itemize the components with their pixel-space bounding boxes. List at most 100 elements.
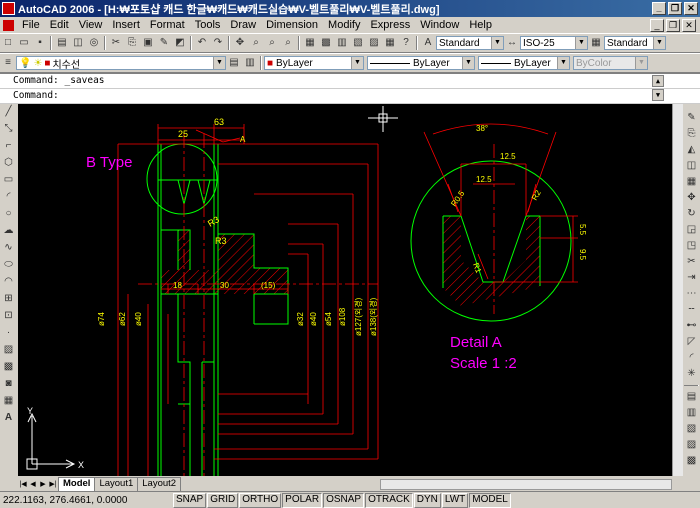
rotate-icon[interactable]: ↻ — [685, 207, 699, 221]
construction-line-icon[interactable]: ⤡ — [2, 122, 16, 137]
command-window[interactable]: Command: _saveas Command: ▲ ▼ — [0, 73, 700, 104]
menu-window[interactable]: Window — [415, 19, 464, 31]
explode-icon[interactable]: ✳ — [685, 367, 699, 381]
tab-layout1[interactable]: Layout1 — [94, 477, 139, 491]
sheet-set-icon[interactable]: ▧ — [351, 36, 365, 50]
zoom-window-icon[interactable]: ⌕ — [265, 36, 279, 50]
drawing-canvas[interactable]: B Type 63 25 A R3 R3 18 30 (15) ø74 ø62 … — [18, 104, 672, 476]
extend-icon[interactable]: ⇥ — [685, 271, 699, 285]
color-select[interactable]: ■ ByLayer ▼ — [264, 56, 364, 70]
zoom-realtime-icon[interactable]: ⌕ — [249, 36, 263, 50]
table-style-select[interactable]: Standard ▼ — [604, 36, 666, 50]
redo-icon[interactable]: ↷ — [211, 36, 225, 50]
break-icon[interactable]: ╌ — [685, 303, 699, 317]
model-toggle[interactable]: MODEL — [469, 492, 511, 508]
tab-layout2[interactable]: Layout2 — [137, 477, 182, 491]
minimize-button[interactable]: _ — [652, 2, 666, 15]
help-icon[interactable]: ? — [399, 36, 413, 50]
bring-above-icon[interactable]: ▨ — [685, 438, 699, 452]
match-properties-icon[interactable]: ✎ — [157, 36, 171, 50]
menu-tools[interactable]: Tools — [190, 19, 226, 31]
restore-button[interactable]: ❐ — [668, 2, 682, 15]
copy-object-icon[interactable]: ⎘ — [685, 127, 699, 141]
linetype-select[interactable]: ByLayer ▼ — [367, 56, 475, 70]
polyline-icon[interactable]: ⌐ — [2, 139, 16, 154]
command-prompt[interactable]: Command: — [0, 89, 700, 104]
menu-view[interactable]: View — [74, 19, 108, 31]
dim-style-icon[interactable]: ↔ — [505, 36, 519, 50]
send-back-icon[interactable]: ▧ — [685, 422, 699, 436]
menu-dimension[interactable]: Dimension — [261, 19, 323, 31]
move-icon[interactable]: ✥ — [685, 191, 699, 205]
design-center-icon[interactable]: ▩ — [319, 36, 333, 50]
arc-icon[interactable]: ◜ — [2, 190, 16, 205]
revision-cloud-icon[interactable]: ☁ — [2, 224, 16, 239]
join-icon[interactable]: ⊷ — [685, 319, 699, 333]
doc-restore-button[interactable]: ❐ — [666, 18, 680, 32]
copy-icon[interactable]: ⎘ — [125, 36, 139, 50]
command-scroll-up[interactable]: ▲ — [652, 75, 664, 87]
doc-minimize-button[interactable]: _ — [650, 18, 664, 32]
snap-toggle[interactable]: SNAP — [173, 492, 207, 508]
tool-palettes-icon[interactable]: ▥ — [335, 36, 349, 50]
send-under-icon[interactable]: ▩ — [685, 454, 699, 468]
menu-edit[interactable]: Edit — [45, 19, 74, 31]
menu-insert[interactable]: Insert — [107, 19, 145, 31]
trim-icon[interactable]: ✂ — [685, 255, 699, 269]
multiline-text-icon[interactable]: A — [2, 411, 16, 426]
preview-icon[interactable]: ◫ — [71, 36, 85, 50]
array-icon[interactable]: ▦ — [685, 175, 699, 189]
menu-file[interactable]: File — [17, 19, 45, 31]
circle-icon[interactable]: ○ — [2, 207, 16, 222]
grid-toggle[interactable]: GRID — [207, 492, 239, 508]
spline-icon[interactable]: ∿ — [2, 241, 16, 256]
erase-icon[interactable]: ✎ — [685, 111, 699, 125]
dyn-toggle[interactable]: DYN — [413, 492, 441, 508]
properties-icon[interactable]: ▦ — [303, 36, 317, 50]
chamfer-icon[interactable]: ◸ — [685, 335, 699, 349]
osnap-toggle[interactable]: OSNAP — [323, 492, 365, 508]
ortho-toggle[interactable]: ORTHO — [239, 492, 282, 508]
calculator-icon[interactable]: ▦ — [383, 36, 397, 50]
rectangle-icon[interactable]: ▭ — [2, 173, 16, 188]
table-icon[interactable]: ▦ — [2, 394, 16, 409]
gradient-icon[interactable]: ▩ — [2, 360, 16, 375]
menu-format[interactable]: Format — [145, 19, 190, 31]
close-button[interactable]: ✕ — [684, 2, 698, 15]
draw-order-icon[interactable]: ▤ — [685, 390, 699, 404]
layer-manager-icon[interactable]: ≡ — [1, 56, 15, 70]
make-current-icon[interactable]: ▤ — [227, 56, 241, 70]
new-icon[interactable]: □ — [1, 36, 15, 50]
horizontal-scrollbar[interactable] — [380, 479, 672, 490]
menu-modify[interactable]: Modify — [323, 19, 365, 31]
ellipse-icon[interactable]: ⬭ — [2, 258, 16, 273]
open-icon[interactable]: ▭ — [17, 36, 31, 50]
menu-express[interactable]: Express — [365, 19, 415, 31]
print-icon[interactable]: ▤ — [55, 36, 69, 50]
bring-front-icon[interactable]: ▥ — [685, 406, 699, 420]
hatch-icon[interactable]: ▨ — [2, 343, 16, 358]
tab-prev-icon[interactable]: ◀ — [28, 479, 38, 491]
otrack-toggle[interactable]: OTRACK — [365, 492, 413, 508]
ellipse-arc-icon[interactable]: ◠ — [2, 275, 16, 290]
stretch-icon[interactable]: ◳ — [685, 239, 699, 253]
vertical-scrollbar[interactable] — [672, 104, 683, 476]
layer-select[interactable]: 💡 ☀ ■ 치수선 ▼ — [16, 56, 226, 70]
document-icon[interactable] — [3, 19, 14, 31]
make-block-icon[interactable]: ⊡ — [2, 309, 16, 324]
region-icon[interactable]: ◙ — [2, 377, 16, 392]
text-style-select[interactable]: Standard ▼ — [436, 36, 504, 50]
line-icon[interactable]: ╱ — [2, 105, 16, 120]
paste-icon[interactable]: ▣ — [141, 36, 155, 50]
fillet-icon[interactable]: ◜ — [685, 351, 699, 365]
lwt-toggle[interactable]: LWT — [441, 492, 469, 508]
dim-style-select[interactable]: ISO-25 ▼ — [520, 36, 588, 50]
menu-draw[interactable]: Draw — [225, 19, 261, 31]
autocad-app-icon[interactable] — [2, 2, 15, 15]
publish-icon[interactable]: ◎ — [87, 36, 101, 50]
doc-close-button[interactable]: ✕ — [682, 18, 696, 32]
tab-first-icon[interactable]: |◀ — [18, 479, 28, 491]
offset-icon[interactable]: ◫ — [685, 159, 699, 173]
break-at-point-icon[interactable]: ⋯ — [685, 287, 699, 301]
text-style-icon[interactable]: A — [421, 36, 435, 50]
